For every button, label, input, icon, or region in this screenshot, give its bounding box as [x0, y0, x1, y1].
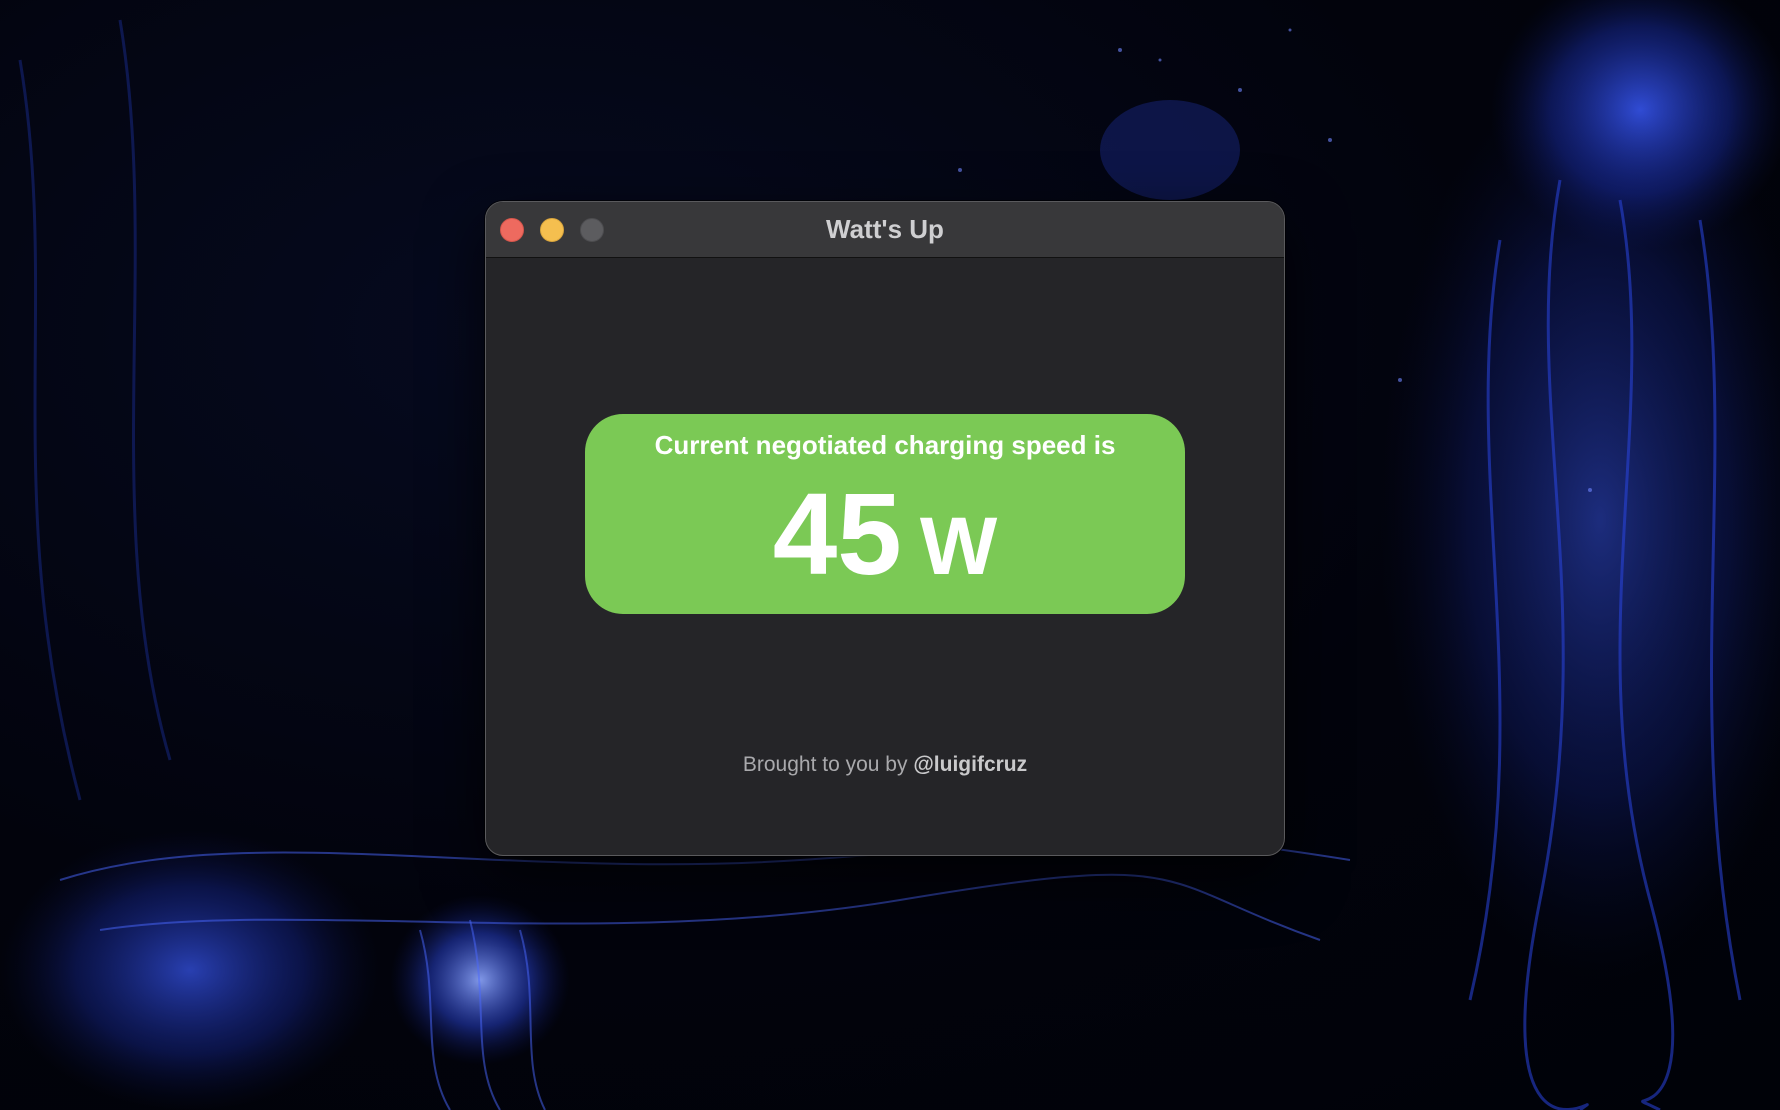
charging-speed-unit: W — [919, 501, 998, 592]
charging-speed-readout: 45 W — [585, 476, 1185, 592]
credit-prefix: Brought to you by — [742, 753, 908, 776]
title-bar[interactable]: Watt's Up — [486, 202, 1284, 258]
charging-speed-caption: Current negotiated charging speed is — [654, 430, 1116, 460]
window-title: Watt's Up — [826, 214, 944, 244]
credit-line: Brought to you by @luigifcruz — [486, 753, 1284, 777]
charging-speed-card: Current negotiated charging speed is 45 W — [585, 414, 1185, 614]
app-window: Watt's Up Current negotiated charging sp… — [485, 201, 1285, 856]
charging-speed-value: 45 — [772, 469, 902, 599]
author-handle-link[interactable]: @luigifcruz — [913, 753, 1027, 776]
